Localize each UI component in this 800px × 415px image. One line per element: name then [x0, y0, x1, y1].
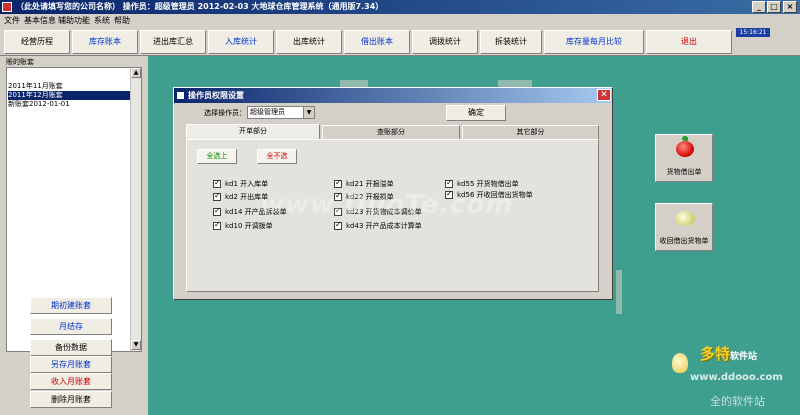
lend-goods-shortcut[interactable]: 货物借出单	[655, 134, 713, 182]
save-month-account-button[interactable]: 另存月账套	[30, 356, 112, 373]
main-toolbar: 经营历程 库存账本 进出库汇总 入库统计 出库统计 借出账本 调拨统计 拆装统计…	[0, 28, 800, 56]
checkbox-checked-icon	[445, 178, 453, 188]
maximize-button[interactable]: □	[767, 1, 781, 13]
operator-select[interactable]: 超级管理员 ▼	[247, 106, 315, 119]
account-list-label: 賬的账套	[6, 58, 34, 66]
checkbox-checked-icon	[213, 178, 221, 188]
dialog-title: 操作员权限设置	[188, 91, 244, 100]
toolbar-exit-button[interactable]: 退出	[646, 30, 732, 54]
scroll-down-arrow-icon[interactable]: ▼	[131, 340, 141, 350]
toolbar-assembly-stats-button[interactable]: 拆装统计	[480, 30, 542, 54]
dialog-close-icon[interactable]: ✕	[597, 89, 611, 101]
menu-file[interactable]: 文件	[4, 14, 20, 28]
operator-select-value: 超级管理员	[250, 108, 285, 116]
toolbar-inbound-stats-button[interactable]: 入库统计	[208, 30, 274, 54]
cabbage-icon	[675, 211, 695, 226]
toolbar-outbound-stats-button[interactable]: 出库统计	[276, 30, 342, 54]
brand-logo: 多特软件站	[700, 345, 758, 363]
left-panel: 賬的账套 2011年11月账套 2011年12月账套 新账套2012-01-01…	[0, 56, 148, 415]
open-period-account-button[interactable]: 期初建账套	[30, 297, 112, 314]
return-goods-shortcut[interactable]: 收回借出货物单	[655, 203, 713, 251]
brand-url: www.ddooo.com	[690, 372, 783, 383]
account-item-selected[interactable]: 2011年12月账套	[8, 91, 130, 100]
apple-icon	[676, 136, 694, 157]
scroll-up-arrow-icon[interactable]: ▲	[131, 68, 141, 78]
account-list-scrollbar[interactable]: ▲ ▼	[130, 68, 141, 351]
menu-help[interactable]: 帮助	[114, 14, 130, 28]
account-item[interactable]: 2011年11月账套	[8, 82, 130, 91]
toolbar-inout-summary-button[interactable]: 进出库汇总	[140, 30, 206, 54]
lightbulb-logo-icon	[672, 353, 688, 373]
toolbar-monthly-compare-button[interactable]: 库存量每月比较	[544, 30, 644, 54]
checkbox-checked-icon	[213, 206, 221, 216]
return-goods-label: 收回借出货物单	[659, 237, 709, 245]
backup-data-button[interactable]: 备份数据	[30, 339, 112, 356]
dialog-title-bar: 操作员权限设置 ✕	[174, 88, 612, 103]
delete-month-account-button[interactable]: 删除月账套	[30, 391, 112, 408]
select-none-button[interactable]: 全不选	[257, 149, 297, 164]
operator-label: 选择操作员：	[204, 109, 246, 117]
account-item[interactable]: 新账套2012-01-01	[8, 100, 130, 109]
toolbar-stock-ledger-button[interactable]: 库存账本	[72, 30, 138, 54]
chevron-down-icon[interactable]: ▼	[303, 107, 314, 118]
tab-other[interactable]: 其它部分	[462, 125, 599, 139]
minimize-button[interactable]: _	[752, 1, 766, 13]
brand-slogan: 全的软件站	[710, 395, 765, 408]
load-month-account-button[interactable]: 收入月账套	[30, 373, 112, 390]
app-title: （此处请填写您的公司名称） 操作员：超级管理员 2012-02-03 大地球仓库…	[16, 2, 384, 11]
clock-display: 15:16:21	[736, 28, 770, 37]
dialog-app-icon	[176, 91, 185, 100]
checkbox-checked-icon	[213, 191, 221, 201]
watermark: www.DuoTe.com	[260, 190, 514, 220]
lend-goods-label: 货物借出单	[666, 168, 702, 176]
checkbox-checked-icon	[334, 178, 342, 188]
menu-bar: 文件 基本信息 辅助功能 系统 帮助	[0, 14, 800, 28]
ok-button[interactable]: 确定	[446, 105, 506, 121]
menu-basic-info[interactable]: 基本信息	[24, 14, 56, 28]
menu-system[interactable]: 系统	[94, 14, 110, 28]
app-title-bar: （此处请填写您的公司名称） 操作员：超级管理员 2012-02-03 大地球仓库…	[0, 0, 800, 14]
app-icon	[2, 2, 12, 12]
checkbox-checked-icon	[213, 220, 221, 230]
background-control	[616, 270, 622, 314]
tab-billing[interactable]: 开单部分	[186, 124, 320, 139]
close-button[interactable]: ×	[783, 1, 797, 13]
toolbar-transfer-stats-button[interactable]: 调拨统计	[412, 30, 478, 54]
month-end-button[interactable]: 月结存	[30, 318, 112, 335]
tab-ledger[interactable]: 查账部分	[322, 125, 460, 139]
toolbar-lend-ledger-button[interactable]: 借出账本	[344, 30, 410, 54]
toolbar-history-button[interactable]: 经营历程	[4, 30, 70, 54]
checkbox-checked-icon	[334, 220, 342, 230]
menu-aux-functions[interactable]: 辅助功能	[58, 14, 90, 28]
select-all-button[interactable]: 全选上	[197, 149, 237, 164]
